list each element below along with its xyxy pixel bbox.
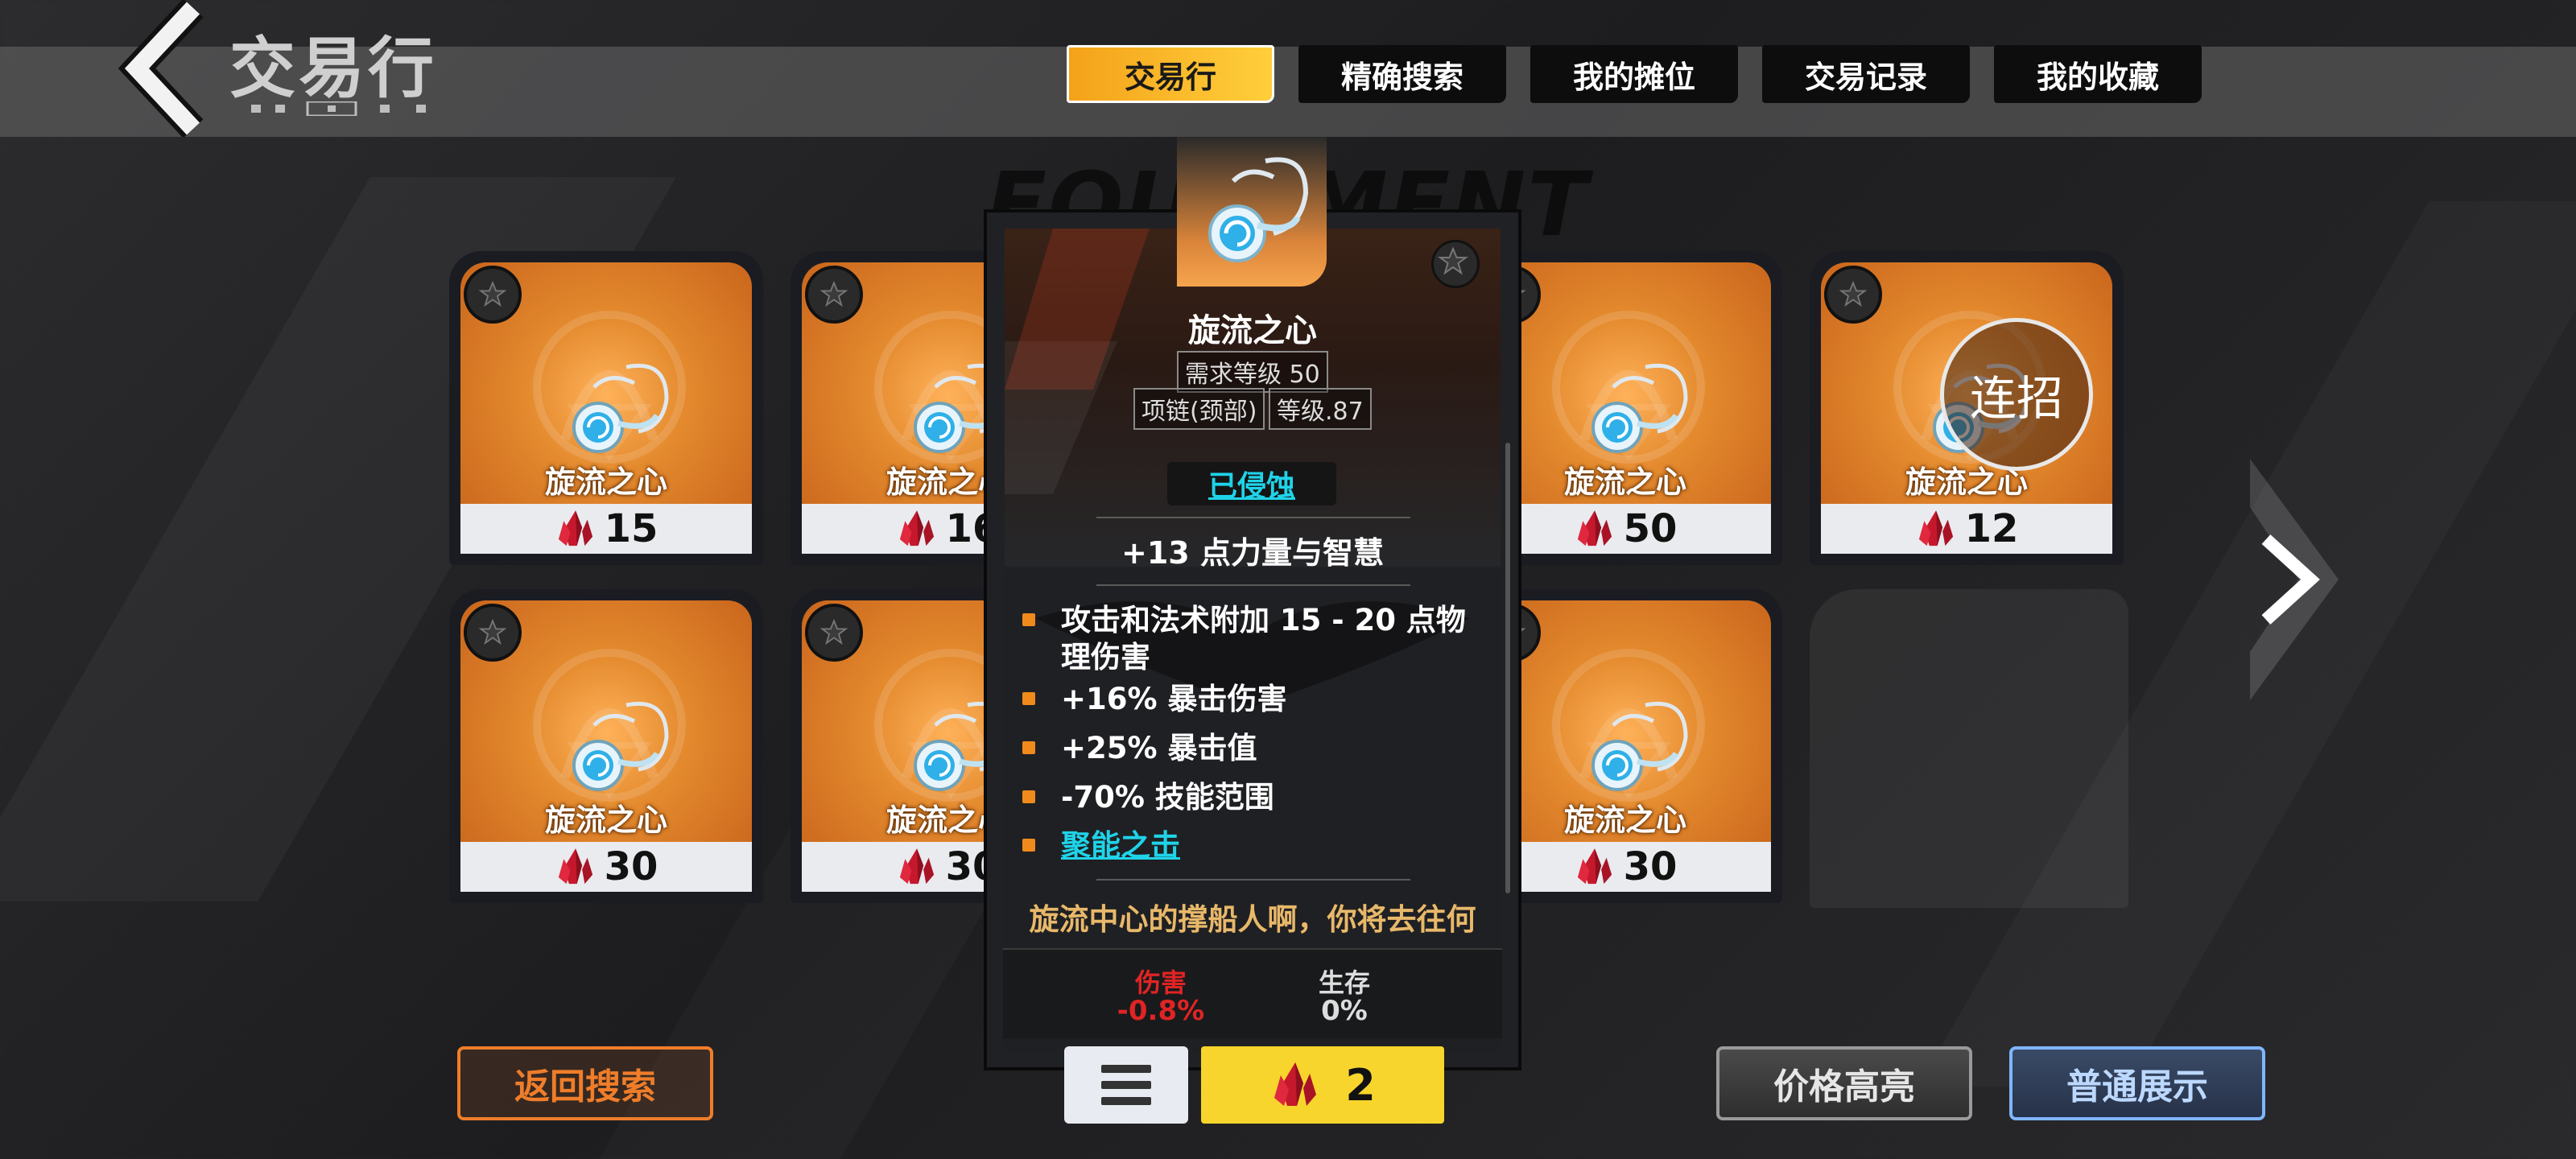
- back-to-search-button[interactable]: 返回搜索: [457, 1046, 713, 1120]
- tooltip-item-name: 旋流之心: [1188, 312, 1317, 349]
- stat-damage-value: -0.8%: [1117, 995, 1205, 1027]
- tab-trade[interactable]: 交易行: [1067, 45, 1274, 103]
- listing-name: 旋流之心: [544, 802, 667, 838]
- necklace-icon: [1208, 157, 1309, 262]
- listing-price-bar: 30: [460, 842, 752, 892]
- crystal-icon: [558, 510, 592, 547]
- empty-listing-slot: [1810, 589, 2128, 908]
- crystal-icon: [899, 510, 934, 547]
- menu-icon: [1101, 1065, 1151, 1073]
- item-tooltip: 旋流之心 需求等级 50 项链(颈部) 等级.87 已侵蚀 +13 点力量与智慧…: [984, 137, 1521, 1070]
- crystal-icon: [558, 848, 592, 885]
- buy-button[interactable]: 2: [1201, 1046, 1444, 1124]
- tooltip-item-icon-frame: [1177, 137, 1327, 287]
- combo-button[interactable]: 连招: [1940, 318, 2093, 471]
- crystal-icon: [1577, 848, 1612, 885]
- listing-price: 12: [1964, 506, 2019, 551]
- title-decoration: [251, 101, 426, 116]
- favorite-star-icon[interactable]: [464, 266, 522, 324]
- tab-my-stall[interactable]: 我的摊位: [1530, 45, 1738, 103]
- divider: [1096, 517, 1410, 518]
- flavor-text: 旋流中心的撑船人啊，你将去往何: [1029, 902, 1476, 937]
- crystal-icon: [1274, 1062, 1317, 1106]
- affix-line: -70% 技能范围: [1022, 779, 1491, 816]
- corroded-status[interactable]: 已侵蚀: [1167, 462, 1336, 505]
- favorite-star-icon[interactable]: [805, 604, 863, 662]
- tab-trade-records[interactable]: 交易记录: [1762, 45, 1970, 103]
- crystal-icon: [1918, 510, 1953, 547]
- necklace-icon: [572, 363, 669, 453]
- tab-precise-search[interactable]: 精确搜索: [1298, 45, 1506, 103]
- price-highlight-button[interactable]: 价格高亮: [1716, 1046, 1972, 1120]
- listing-name: 旋流之心: [1905, 464, 2028, 500]
- listing-price-bar: 30: [1480, 842, 1771, 892]
- crystal-icon: [1577, 510, 1612, 547]
- favorite-star-icon[interactable]: [1824, 266, 1882, 324]
- listing-price-bar: 50: [1480, 504, 1771, 554]
- affix-line: 攻击和法术附加 15 - 20 点物理伤害: [1022, 602, 1491, 676]
- item-level: 等级.87: [1269, 388, 1372, 430]
- listing-price-bar: 15: [460, 504, 752, 554]
- implicit-affix: +13 点力量与智慧: [1121, 535, 1384, 571]
- affix-line: +25% 暴击值: [1022, 730, 1491, 767]
- listing-name: 旋流之心: [544, 464, 667, 500]
- listing-price: 15: [604, 506, 658, 551]
- back-button[interactable]: [113, 0, 209, 138]
- listing-card[interactable]: 旋流之心 15: [449, 251, 763, 565]
- divider: [1096, 879, 1410, 881]
- next-page-arrow-icon[interactable]: [2234, 459, 2339, 700]
- affix-skill-link[interactable]: 聚能之击: [1022, 827, 1491, 864]
- listing-card[interactable]: 旋流之心 30: [449, 589, 763, 903]
- favorite-star-icon[interactable]: [464, 604, 522, 662]
- item-slot: 项链(颈部): [1133, 388, 1265, 430]
- listing-price: 50: [1623, 506, 1678, 551]
- crystal-icon: [899, 848, 934, 885]
- favorite-star-icon[interactable]: [1431, 240, 1480, 288]
- listing-price: 30: [604, 844, 658, 889]
- normal-display-button[interactable]: 普通展示: [2009, 1046, 2265, 1120]
- necklace-icon: [572, 701, 669, 791]
- tab-my-favorites[interactable]: 我的收藏: [1994, 45, 2202, 103]
- listing-price-bar: 12: [1821, 504, 2112, 554]
- stat-comparison: 伤害 -0.8% 生存 0%: [1003, 948, 1502, 1038]
- listing-price: 30: [1623, 844, 1678, 889]
- menu-button[interactable]: [1064, 1046, 1188, 1124]
- back-chevron-icon: [118, 0, 204, 138]
- divider: [1096, 584, 1410, 586]
- tooltip-scrollbar[interactable]: [1505, 443, 1510, 893]
- favorite-star-icon[interactable]: [805, 266, 863, 324]
- required-level: 需求等级 50: [1177, 351, 1328, 393]
- page-title: 交易行: [229, 31, 438, 107]
- buy-price: 2: [1345, 1059, 1376, 1111]
- necklace-icon: [1591, 363, 1688, 453]
- stat-survival-value: 0%: [1321, 995, 1368, 1027]
- necklace-icon: [1591, 701, 1688, 791]
- affix-line: +16% 暴击伤害: [1022, 681, 1491, 718]
